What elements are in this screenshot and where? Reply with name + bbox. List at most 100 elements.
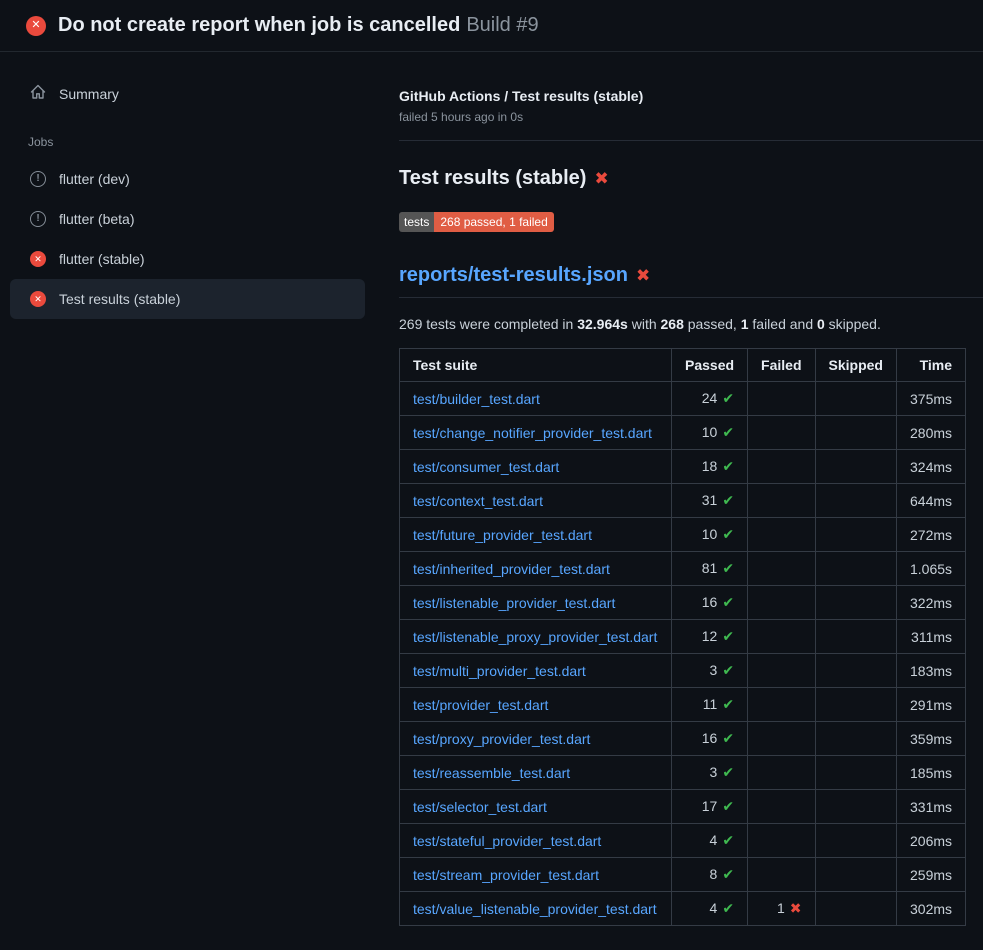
check-icon: ✔ (722, 492, 734, 508)
passed-cell: 10✔ (672, 416, 748, 450)
run-failed-icon: ✕ (26, 16, 46, 36)
test-suite-link[interactable]: test/reassemble_test.dart (413, 765, 570, 781)
sidebar-item-test-results-stable[interactable]: ✕ Test results (stable) (10, 279, 365, 319)
suite-cell: test/future_provider_test.dart (400, 518, 672, 552)
time-cell: 1.065s (896, 552, 965, 586)
table-row: test/multi_provider_test.dart3✔183ms (400, 654, 966, 688)
check-icon: ✔ (722, 764, 734, 780)
time-cell: 359ms (896, 722, 965, 756)
badge-label: tests (399, 212, 434, 232)
passed-cell: 4✔ (672, 892, 748, 926)
tests-badge: tests 268 passed, 1 failed (399, 212, 554, 232)
test-suite-link[interactable]: test/change_notifier_provider_test.dart (413, 425, 652, 441)
passed-cell: 8✔ (672, 858, 748, 892)
passed-count: 24 (702, 390, 718, 406)
failed-cell (748, 382, 815, 416)
failed-cell (748, 654, 815, 688)
sidebar-item-flutter-dev[interactable]: ! flutter (dev) (10, 159, 365, 199)
test-suite-link[interactable]: test/context_test.dart (413, 493, 543, 509)
passed-cell: 16✔ (672, 586, 748, 620)
check-icon: ✔ (722, 900, 734, 916)
passed-count: 31 (702, 492, 718, 508)
col-header-failed: Failed (748, 349, 815, 382)
passed-count: 16 (702, 730, 718, 746)
failed-cell (748, 824, 815, 858)
time-cell: 185ms (896, 756, 965, 790)
table-row: test/stream_provider_test.dart8✔259ms (400, 858, 966, 892)
table-row: test/proxy_provider_test.dart 16✔ 359ms (400, 722, 966, 756)
failed-x-icon: ✖ (594, 170, 608, 187)
sidebar-item-label: Summary (59, 86, 119, 102)
passed-cell: 17✔ (672, 790, 748, 824)
passed-cell: 10✔ (672, 518, 748, 552)
failed-cell (748, 858, 815, 892)
check-icon: ✔ (722, 798, 734, 814)
passed-cell: 3✔ (672, 756, 748, 790)
check-icon: ✔ (722, 832, 734, 848)
test-suite-link[interactable]: test/provider_test.dart (413, 697, 548, 713)
time-cell: 206ms (896, 824, 965, 858)
report-link[interactable]: reports/test-results.json (399, 264, 628, 287)
summary-text: skipped. (825, 316, 881, 332)
table-row: test/inherited_provider_test.dart81✔1.06… (400, 552, 966, 586)
suite-cell: test/context_test.dart (400, 484, 672, 518)
sidebar-item-summary[interactable]: Summary (10, 72, 365, 115)
time-cell: 322ms (896, 586, 965, 620)
time-cell: 375ms (896, 382, 965, 416)
test-suite-link[interactable]: test/value_listenable_provider_test.dart (413, 901, 657, 917)
time-cell: 644ms (896, 484, 965, 518)
failed-x-icon: ✖ (636, 267, 650, 284)
neutral-status-icon: ! (30, 211, 46, 227)
test-suite-link[interactable]: test/selector_test.dart (413, 799, 547, 815)
main-content: GitHub Actions / Test results (stable) f… (375, 52, 983, 926)
check-icon: ✔ (722, 424, 734, 440)
time-cell: 280ms (896, 416, 965, 450)
failed-cell: 1✖ (748, 892, 815, 926)
check-icon: ✔ (722, 628, 734, 644)
col-header-time: Time (896, 349, 965, 382)
passed-count: 18 (702, 458, 718, 474)
skipped-cell (815, 518, 896, 552)
failed-status-icon: ✕ (30, 251, 46, 267)
test-suite-link[interactable]: test/listenable_proxy_provider_test.dart (413, 629, 657, 645)
passed-count: 16 (702, 594, 718, 610)
table-row: test/change_notifier_provider_test.dart 1… (400, 416, 966, 450)
time-cell: 183ms (896, 654, 965, 688)
test-suite-link[interactable]: test/builder_test.dart (413, 391, 540, 407)
failed-cell (748, 484, 815, 518)
layout: Summary Jobs ! flutter (dev) ! flutter (… (0, 52, 983, 926)
app-root: ✕ Do not create report when job is cance… (0, 0, 983, 926)
test-suite-link[interactable]: test/inherited_provider_test.dart (413, 561, 610, 577)
suite-cell: test/proxy_provider_test.dart (400, 722, 672, 756)
table-row: test/listenable_provider_test.dart 16✔ 322… (400, 586, 966, 620)
test-suite-link[interactable]: test/stream_provider_test.dart (413, 867, 599, 883)
table-row: test/provider_test.dart11✔291ms (400, 688, 966, 722)
suite-cell: test/reassemble_test.dart (400, 756, 672, 790)
test-suite-link[interactable]: test/consumer_test.dart (413, 459, 559, 475)
suite-cell: test/provider_test.dart (400, 688, 672, 722)
section-title: Test results (stable) ✖ (399, 167, 983, 190)
skipped-cell (815, 620, 896, 654)
test-suite-link[interactable]: test/multi_provider_test.dart (413, 663, 586, 679)
failed-cell (748, 518, 815, 552)
sidebar-item-flutter-beta[interactable]: ! flutter (beta) (10, 199, 365, 239)
check-icon: ✔ (722, 594, 734, 610)
failed-status-icon: ✕ (30, 291, 46, 307)
run-title: Do not create report when job is cancell… (58, 14, 460, 36)
test-suite-link[interactable]: test/stateful_provider_test.dart (413, 833, 601, 849)
sidebar-item-flutter-stable[interactable]: ✕ flutter (stable) (10, 239, 365, 279)
home-icon (30, 84, 46, 103)
check-icon: ✔ (722, 730, 734, 746)
results-table: Test suite Passed Failed Skipped Time te… (399, 348, 966, 926)
test-suite-link[interactable]: test/listenable_provider_test.dart (413, 595, 615, 611)
skipped-cell (815, 892, 896, 926)
skipped-cell (815, 382, 896, 416)
test-suite-link[interactable]: test/future_provider_test.dart (413, 527, 592, 543)
suite-cell: test/value_listenable_provider_test.dart (400, 892, 672, 926)
header: ✕ Do not create report when job is cance… (0, 0, 983, 52)
skipped-cell (815, 824, 896, 858)
summary-text: with (628, 316, 661, 332)
time-cell: 302ms (896, 892, 965, 926)
results-table-body: test/builder_test.dart24✔375mstest/chang… (400, 382, 966, 926)
test-suite-link[interactable]: test/proxy_provider_test.dart (413, 731, 590, 747)
